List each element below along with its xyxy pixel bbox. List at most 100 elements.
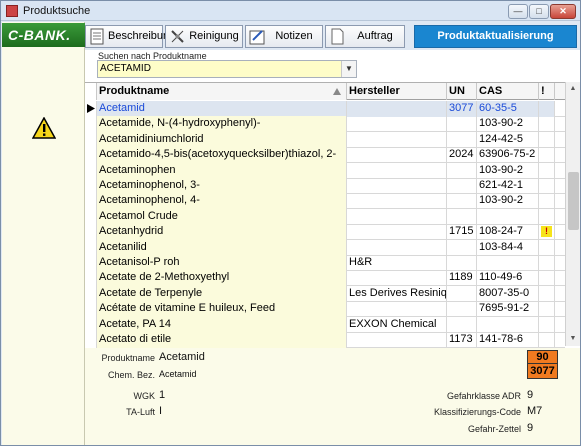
cell-un <box>447 116 477 133</box>
beschreibung-label: Beschreibung <box>108 30 176 42</box>
gefahr-zettel-label: Gefahr-Zettel <box>467 424 521 434</box>
cell-produktname: Acetamidiniumchlorid <box>97 131 347 148</box>
table-row[interactable]: Acetato di etile 1173 141-78-6 <box>85 332 565 348</box>
maximize-button[interactable]: □ <box>529 4 549 19</box>
table-row[interactable]: Acétate de vitamine E huileux, Feed 7695-… <box>85 301 565 318</box>
header-flag[interactable]: ! <box>539 83 555 100</box>
chem-bez-value: Acetamid <box>159 369 197 379</box>
table-row[interactable]: Acetaminophenol, 4- 103-90-2 <box>85 193 565 210</box>
cell-flag <box>539 301 555 318</box>
gefahr-zettel-value: 9 <box>527 422 534 434</box>
cell-cas: 63906-75-2 <box>477 147 539 164</box>
table-row[interactable]: Acetamide, N-(4-hydroxyphenyl)- 103-90-2 <box>85 116 565 133</box>
vertical-scrollbar[interactable]: ▲ ▼ <box>565 82 580 346</box>
cell-un <box>447 178 477 194</box>
adr-hazard-placard: 90 3077 <box>527 350 558 379</box>
cell-flag <box>539 193 555 210</box>
cell-hersteller <box>347 332 447 348</box>
wgk-label: WGK <box>133 391 156 401</box>
cell-produktname: Acétate de vitamine E huileux, Feed <box>97 301 347 318</box>
table-row[interactable]: Acetate, PA 14 EXXON Chemical <box>85 316 565 333</box>
cell-cas <box>477 255 539 271</box>
cell-un <box>447 131 477 148</box>
cell-cas: 60-35-5 <box>477 101 539 117</box>
cell-cas: 103-84-4 <box>477 239 539 256</box>
cell-hersteller <box>347 239 447 256</box>
table-row[interactable]: Acetate de TerpenyleLes Derives Resiniqu… <box>85 285 565 302</box>
cell-produktname: Acetanisol-P roh <box>97 255 347 271</box>
table-row[interactable]: Acetamol Crude <box>85 208 565 225</box>
cell-un <box>447 239 477 256</box>
auftrag-button[interactable]: Auftrag <box>325 25 405 48</box>
cell-cas: 110-49-6 <box>477 270 539 287</box>
table-row[interactable]: Acetate de 2-Methoxyethyl 1189 110-49-6 <box>85 270 565 287</box>
cell-un: 2024 <box>447 147 477 164</box>
search-dropdown-chevron-icon[interactable]: ▼ <box>341 61 356 77</box>
ta-luft-label: TA-Luft <box>126 407 155 417</box>
table-row[interactable]: Acetanhydrid 1715 108-24-7! <box>85 224 565 241</box>
cell-produktname: Acetamide, N-(4-hydroxyphenyl)- <box>97 116 347 133</box>
cell-hersteller <box>347 116 447 133</box>
hazard-flag-icon: ! <box>541 226 552 238</box>
header-cas[interactable]: CAS <box>477 83 539 100</box>
scroll-up-icon[interactable]: ▲ <box>566 82 580 96</box>
cell-un <box>447 208 477 225</box>
table-row[interactable]: Acetaminophenol, 3- 621-42-1 <box>85 178 565 194</box>
produktaktualisierung-button[interactable]: Produktaktualisierung <box>414 25 577 48</box>
row-indicator <box>85 224 97 241</box>
sidebar: C-BANK. <box>2 22 85 445</box>
cell-produktname: Acetaminophenol, 3- <box>97 178 347 194</box>
close-button[interactable]: ✕ <box>550 4 576 19</box>
cell-flag <box>539 332 555 348</box>
cell-produktname: Acetanilid <box>97 239 347 256</box>
auftrag-label: Auftrag <box>357 30 393 42</box>
cell-un <box>447 193 477 210</box>
scroll-down-icon[interactable]: ▼ <box>566 332 580 346</box>
cell-flag <box>539 178 555 194</box>
table-row[interactable]: Acetamido-4,5-bis(acetoxyquecksilber)thi… <box>85 147 565 164</box>
row-indicator <box>85 116 97 133</box>
search-input[interactable]: ACETAMID <box>97 60 357 78</box>
table-row[interactable]: Acetamidiniumchlorid 124-42-5 <box>85 131 565 148</box>
cell-un <box>447 316 477 333</box>
row-indicator <box>85 178 97 194</box>
scroll-thumb[interactable] <box>568 172 579 230</box>
cell-hersteller <box>347 101 447 117</box>
produktaktualisierung-label: Produktaktualisierung <box>437 30 554 42</box>
cell-flag <box>539 255 555 271</box>
cell-hersteller <box>347 301 447 318</box>
table-row[interactable]: Acetamid 3077 60-35-5 <box>85 101 565 117</box>
ta-luft-value: I <box>159 405 163 417</box>
table-row[interactable]: Acetanisol-P roh H&R <box>85 255 565 271</box>
cleaning-icon <box>171 30 184 43</box>
document-icon <box>90 28 104 45</box>
row-indicator <box>85 332 97 348</box>
sort-asc-icon <box>333 88 341 95</box>
cell-flag <box>539 147 555 164</box>
cell-cas: 103-90-2 <box>477 162 539 179</box>
cell-un: 1189 <box>447 270 477 287</box>
cell-hersteller <box>347 162 447 179</box>
table-row[interactable]: Acetaminophen 103-90-2 <box>85 162 565 179</box>
header-un[interactable]: UN <box>447 83 477 100</box>
reinigung-label: Reinigung <box>189 30 239 42</box>
header-produktname[interactable]: Produktname <box>97 83 347 100</box>
reinigung-button[interactable]: Reinigung <box>165 25 243 48</box>
cell-cas: 103-90-2 <box>477 193 539 210</box>
cell-hersteller <box>347 224 447 241</box>
cbank-logo: C-BANK. <box>2 23 85 47</box>
cell-un <box>447 162 477 179</box>
header-hersteller[interactable]: Hersteller <box>347 83 447 100</box>
cell-cas: 8007-35-0 <box>477 285 539 302</box>
cell-un: 1173 <box>447 332 477 348</box>
beschreibung-button[interactable]: Beschreibung <box>85 25 176 48</box>
cell-hersteller <box>347 270 447 287</box>
table-row[interactable]: Acetanilid 103-84-4 <box>85 239 565 256</box>
cell-cas: 108-24-7 <box>477 224 539 241</box>
row-indicator <box>85 301 97 318</box>
notizen-button[interactable]: Notizen <box>245 25 323 48</box>
cell-cas: 621-42-1 <box>477 178 539 194</box>
minimize-button[interactable]: — <box>508 4 528 19</box>
cell-flag <box>539 285 555 302</box>
gefahrklasse-adr-label: Gefahrklasse ADR <box>446 391 521 401</box>
